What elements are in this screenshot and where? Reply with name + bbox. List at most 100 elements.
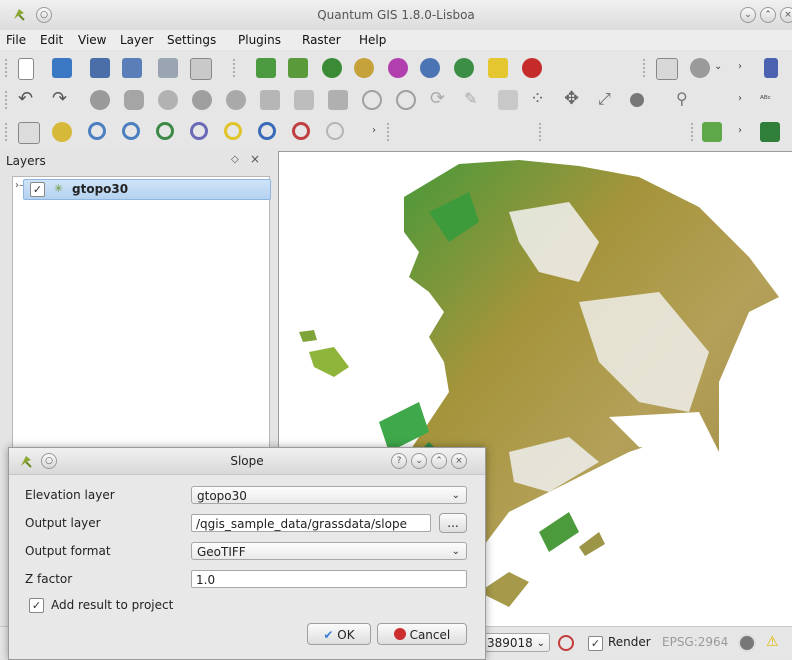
delete-selected-icon[interactable]	[226, 90, 246, 110]
scale-combo[interactable]: 389018 ⌄	[484, 633, 550, 652]
minimize-button[interactable]: ⌄	[411, 453, 427, 469]
add-result-checkbox[interactable]: ✓	[29, 598, 44, 613]
move-feature-icon[interactable]	[158, 90, 178, 110]
float-panel-icon[interactable]: ◇	[231, 154, 239, 165]
toolbar-grip[interactable]	[232, 58, 236, 78]
output-format-select[interactable]: GeoTIFF ⌄	[191, 542, 467, 560]
stop-render-icon[interactable]	[558, 635, 574, 651]
toolbar-grip[interactable]	[690, 122, 694, 142]
warning-icon[interactable]: ⚠	[766, 634, 779, 650]
check-icon: ✔	[323, 628, 334, 642]
raster-plugin-icon[interactable]	[760, 122, 780, 142]
add-raster-layer-icon[interactable]	[288, 58, 308, 78]
zoom-in-icon[interactable]	[88, 122, 106, 140]
pan-to-selection-icon[interactable]	[52, 122, 72, 142]
add-postgis-layer-icon[interactable]	[322, 58, 342, 78]
add-mssql-layer-icon[interactable]	[388, 58, 408, 78]
zoom-out-icon[interactable]	[122, 122, 140, 140]
rotate-icon[interactable]: ⟳	[430, 90, 450, 110]
new-shapefile-icon[interactable]	[488, 58, 508, 78]
toolbar-grip[interactable]	[4, 58, 8, 78]
remove-layer-icon[interactable]	[522, 58, 542, 78]
save-as-icon[interactable]	[122, 58, 142, 78]
identify-icon[interactable]	[656, 58, 678, 80]
menu-settings[interactable]: Settings	[167, 33, 216, 47]
menu-plugins[interactable]: Plugins	[238, 33, 281, 47]
vertex-dots-icon[interactable]: ⁘	[530, 90, 550, 110]
grass-tools-icon[interactable]	[702, 122, 722, 142]
spell-check-icon[interactable]: ᴬᴮᶜ	[760, 90, 780, 110]
plugin-icon[interactable]	[764, 58, 778, 78]
minimize-button[interactable]: ⌄	[740, 7, 756, 23]
output-layer-input[interactable]: /qgis_sample_data/grassdata/slope	[191, 514, 431, 532]
save-project-icon[interactable]	[90, 58, 110, 78]
zoom-to-selection-icon[interactable]	[190, 122, 208, 140]
cancel-button[interactable]: Cancel	[377, 623, 467, 645]
print-composer-icon[interactable]	[158, 58, 178, 78]
projection-globe-icon[interactable]	[738, 634, 756, 652]
menu-view[interactable]: View	[78, 33, 106, 47]
maximize-button[interactable]: ⌃	[760, 7, 776, 23]
cut-features-icon[interactable]	[260, 90, 280, 110]
split-icon[interactable]: ⤢	[598, 90, 618, 110]
toolbar-grip[interactable]	[4, 90, 8, 110]
open-project-icon[interactable]	[52, 58, 72, 78]
pencil-icon[interactable]: ✎	[464, 90, 484, 110]
close-button[interactable]: ×	[451, 453, 467, 469]
zoom-next-icon[interactable]	[292, 122, 310, 140]
maximize-button[interactable]: ⌃	[431, 453, 447, 469]
zoom-actual-icon[interactable]	[326, 122, 344, 140]
toolbar-grip[interactable]	[4, 122, 8, 142]
crs-label[interactable]: EPSG:2964	[662, 635, 728, 649]
toolbar-extension-arrow-icon[interactable]: ›	[738, 61, 742, 72]
layer-item[interactable]: ✓ ✳ gtopo30	[23, 179, 271, 200]
reshape-icon[interactable]	[362, 90, 382, 110]
zoom-to-layer-icon[interactable]	[224, 122, 242, 140]
toolbar-extension-arrow-icon[interactable]: ›	[738, 93, 742, 104]
menu-file[interactable]: File	[6, 33, 26, 47]
capture-polygon-icon[interactable]	[124, 90, 144, 110]
chevron-down-icon[interactable]: ⌄	[714, 61, 722, 72]
layer-visibility-checkbox[interactable]: ✓	[30, 182, 45, 197]
node-tool-icon[interactable]	[192, 90, 212, 110]
add-vector-layer-icon[interactable]	[256, 58, 276, 78]
print-icon[interactable]	[190, 58, 212, 80]
help-button[interactable]: ?	[391, 453, 407, 469]
toolbar-extension-arrow-icon[interactable]: ›	[372, 125, 376, 136]
zoom-last-icon[interactable]	[258, 122, 276, 140]
add-wms-layer-icon[interactable]	[420, 58, 440, 78]
paste-features-icon[interactable]	[328, 90, 348, 110]
menu-help[interactable]: Help	[359, 33, 386, 47]
output-layer-value: /qgis_sample_data/grassdata/slope	[196, 517, 407, 531]
menu-edit[interactable]: Edit	[40, 33, 63, 47]
new-project-icon[interactable]	[18, 58, 34, 80]
redo-icon[interactable]: ↷	[52, 90, 72, 110]
undo-icon[interactable]: ↶	[18, 90, 38, 110]
save-edits-icon[interactable]	[498, 90, 518, 110]
toolbar-grip[interactable]	[538, 122, 542, 142]
z-factor-input[interactable]: 1.0	[191, 570, 467, 588]
ok-button[interactable]: ✔ OK	[307, 623, 371, 645]
render-checkbox[interactable]: ✓	[588, 636, 603, 651]
toolbar-grip[interactable]	[386, 122, 390, 142]
close-panel-icon[interactable]: ×	[250, 152, 260, 166]
toolbar-extension-arrow-icon[interactable]: ›	[738, 125, 742, 136]
move-icon[interactable]: ✥	[564, 90, 584, 110]
menu-raster[interactable]: Raster	[302, 33, 341, 47]
copy-features-icon[interactable]	[294, 90, 314, 110]
delete-ring-icon[interactable]	[630, 93, 644, 107]
pan-icon[interactable]	[18, 122, 40, 144]
output-format-label: Output format	[25, 544, 111, 558]
merge-icon[interactable]: ⚲	[676, 90, 696, 110]
close-button[interactable]: ×	[780, 7, 792, 23]
offset-curve-icon[interactable]	[396, 90, 416, 110]
zoom-full-icon[interactable]	[156, 122, 174, 140]
elevation-layer-select[interactable]: gtopo30 ⌄	[191, 486, 467, 504]
browse-button[interactable]: ...	[439, 513, 467, 533]
toolbar-grip[interactable]	[642, 58, 646, 78]
capture-point-icon[interactable]	[90, 90, 110, 110]
add-spatialite-layer-icon[interactable]	[354, 58, 374, 78]
menu-layer[interactable]: Layer	[120, 33, 153, 47]
add-wfs-layer-icon[interactable]	[454, 58, 474, 78]
settings-gear-icon[interactable]	[690, 58, 710, 78]
